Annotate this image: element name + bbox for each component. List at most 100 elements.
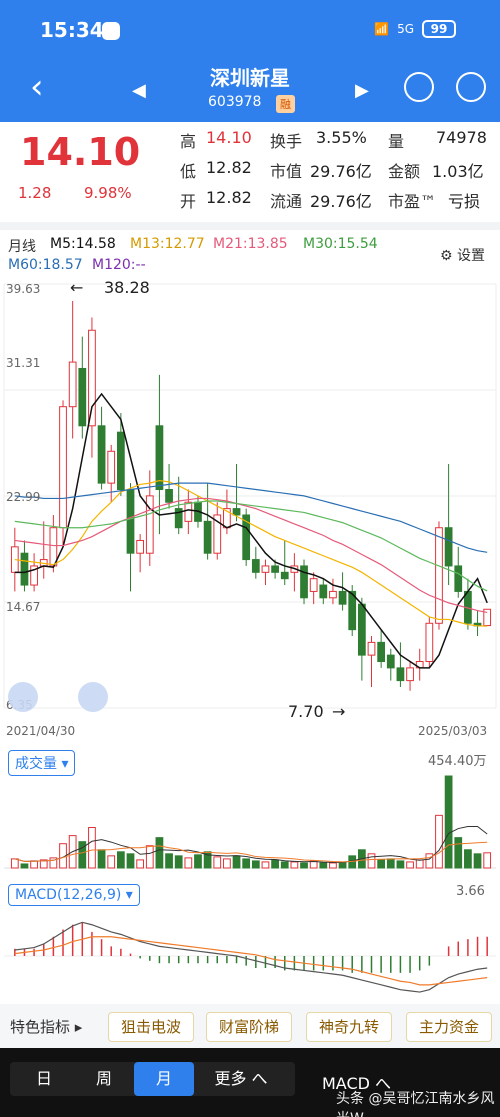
fullscreen-icon[interactable] [78, 682, 108, 712]
volume-bar [10, 858, 19, 869]
ma-line-m30 [14, 500, 488, 592]
volume-bar [145, 845, 154, 869]
quote-panel: 14.10 1.28 9.98% 高 14.10 换手 3.55% 量 7497… [0, 122, 500, 222]
candle-body [454, 565, 463, 592]
candle-body [396, 667, 405, 682]
volume-bar [415, 859, 424, 869]
candle-body [184, 501, 193, 522]
stat-high-value: 14.10 [206, 128, 252, 147]
kline-svg [3, 283, 497, 709]
date-start: 2021/04/30 [6, 724, 76, 738]
volume-bar [223, 858, 231, 869]
candle-body [271, 565, 279, 573]
stat-low-label: 低 [180, 162, 197, 181]
high-annotation-arrow: ← [70, 278, 84, 297]
back-button[interactable]: ‹ [30, 70, 44, 104]
volume-bar [271, 859, 279, 869]
stat-open-label: 开 [180, 192, 197, 211]
volume-bar [367, 853, 376, 869]
ma-line-m60 [14, 482, 488, 553]
volume-bar [406, 861, 414, 869]
price-change: 1.28 [18, 184, 52, 202]
volume-bar [464, 849, 472, 869]
volume-bar [184, 857, 193, 869]
volume-bar [261, 861, 270, 869]
wifi-icon: 📶 [374, 22, 390, 36]
stat-float-value: 29.76亿 [310, 192, 372, 211]
feature-btn-sniper[interactable]: 狙击电波 [108, 1012, 195, 1042]
volume-bar [165, 853, 173, 869]
stat-high-label: 高 [180, 132, 197, 151]
settings-label: 设置 [457, 248, 486, 264]
volume-bar [213, 856, 222, 869]
prev-stock-button[interactable]: ◀ [132, 80, 146, 101]
candle-body [377, 641, 386, 662]
search-icon[interactable] [456, 72, 486, 102]
candle-body [319, 584, 328, 599]
stat-volume-value: 74978 [436, 128, 487, 147]
candle-body [309, 578, 318, 592]
candle-body [367, 641, 376, 656]
volume-bar [251, 860, 260, 869]
kline-chart[interactable]: 39.63 31.31 22.99 14.67 6.35 2021/04/30 … [0, 270, 500, 740]
macd-chart [4, 921, 496, 993]
settings-button[interactable]: ⚙ 设置 [440, 245, 485, 265]
feature-btn-nine[interactable]: 神奇九转 [306, 1012, 393, 1042]
candle-body [165, 489, 173, 503]
ma-line-m13 [14, 479, 488, 627]
message-icon[interactable] [404, 72, 434, 102]
candle-body [20, 552, 29, 586]
status-time: 15:34 [40, 18, 104, 42]
candle-body [444, 527, 453, 567]
volume-bar [319, 862, 328, 869]
feature-btn-capital[interactable]: 主力资金 [406, 1012, 493, 1042]
candle-body [357, 603, 366, 656]
feature-indicator-bar: 特色指标 ▸ 狙击电波 财富阶梯 神奇九转 主力资金 [0, 1004, 500, 1048]
app-notification-icon [102, 22, 120, 40]
ma30-label: M30:15.54 [303, 236, 378, 252]
volume-bar [174, 855, 183, 869]
volume-bar [232, 855, 241, 869]
candle-body [49, 527, 58, 567]
volume-max: 454.40万 [428, 754, 487, 769]
nav-day[interactable]: 日 [14, 1062, 74, 1096]
nav-week[interactable]: 周 [74, 1062, 134, 1096]
volume-bar [280, 861, 289, 869]
candle-body [425, 622, 434, 662]
stat-amount-value: 1.03亿 [432, 162, 484, 181]
candle-body [406, 667, 414, 682]
low-annotation-arrow: → [332, 702, 346, 721]
candle-body [155, 425, 164, 491]
candle-body [386, 654, 395, 669]
volume-bar [194, 854, 202, 869]
volume-bar [329, 862, 337, 869]
low-annotation: 7.70 [288, 702, 324, 721]
period-label: 月线 [8, 239, 36, 255]
candle-body [251, 559, 260, 573]
stock-name: 深圳新星 [210, 66, 290, 90]
volume-bar [242, 858, 251, 869]
network-label: 5G [397, 22, 414, 36]
next-stock-button[interactable]: ▶ [355, 80, 369, 101]
macd-selector[interactable]: MACD(12,26,9) ▾ [8, 884, 140, 906]
stock-code: 603978 [208, 94, 262, 110]
margin-badge: 融 [276, 95, 295, 113]
macd-dif-line [14, 921, 488, 993]
ma13-label: M13:12.77 [130, 236, 205, 252]
candle-body [261, 565, 270, 573]
volume-bar [483, 852, 492, 869]
volume-bar [338, 861, 347, 869]
price-tick-1: 31.31 [6, 356, 41, 370]
nav-more[interactable]: 更多 へ [196, 1062, 286, 1096]
candle-body [59, 406, 67, 529]
feature-title[interactable]: 特色指标 ▸ [10, 1016, 82, 1037]
expand-arrows-icon[interactable] [8, 682, 38, 712]
volume-bar [435, 814, 443, 869]
feature-btn-wealth[interactable]: 财富阶梯 [206, 1012, 293, 1042]
volume-bar [444, 775, 453, 869]
divider [0, 222, 500, 230]
candle-body [203, 520, 212, 554]
volume-bar [126, 853, 135, 869]
nav-month[interactable]: 月 [134, 1062, 194, 1096]
candle-body [116, 431, 125, 491]
